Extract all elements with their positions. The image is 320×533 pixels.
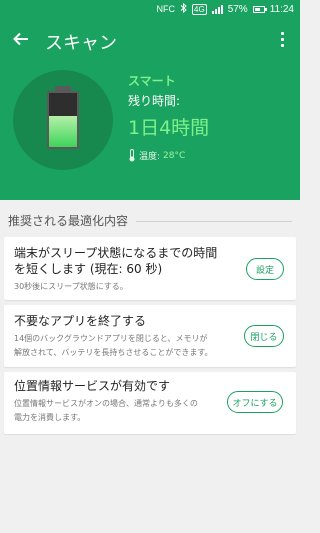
card-title-line2: を短くします (現在: 60 秒) bbox=[14, 262, 163, 276]
status-bar: NFC 4G 57% 11:24 bbox=[0, 0, 300, 18]
clock: 11:24 bbox=[269, 3, 294, 15]
more-vert-icon bbox=[280, 31, 284, 35]
card-description-line2: 電力を消費します。 bbox=[14, 413, 86, 422]
temperature-value: 28°C bbox=[163, 150, 186, 161]
battery-percent: 57% bbox=[227, 3, 248, 15]
card-location-services: 位置情報サービスが有効です 位置情報サービスがオンの場合、通常よりも多くの 電力… bbox=[4, 372, 296, 434]
back-button[interactable] bbox=[8, 26, 34, 52]
overflow-menu-button[interactable] bbox=[272, 28, 292, 50]
card-description: 14個のバックグラウンドアプリを閉じると、メモリが bbox=[14, 334, 208, 343]
nfc-icon: NFC bbox=[156, 3, 176, 14]
temperature-row: 温度: 28°C bbox=[128, 149, 209, 162]
temperature-label: 温度: bbox=[139, 152, 161, 162]
network-type-badge: 4G bbox=[192, 3, 207, 15]
page-title: スキャン bbox=[45, 33, 117, 54]
settings-button[interactable]: 設定 bbox=[246, 258, 284, 280]
battery-status-icon bbox=[252, 5, 267, 13]
thermometer-icon bbox=[129, 149, 135, 162]
card-description: 位置情報サービスがオンの場合、通常よりも多くの bbox=[14, 399, 198, 408]
card-title: 端末がスリープ状態になるまでの時間 bbox=[14, 246, 218, 260]
battery-icon bbox=[47, 91, 79, 149]
card-title: 不要なアプリを終了する bbox=[14, 314, 147, 328]
section-title: 推奨される最適化内容 bbox=[8, 214, 129, 228]
turn-off-location-button[interactable]: オフにする bbox=[227, 391, 283, 413]
close-apps-button[interactable]: 閉じる bbox=[244, 325, 284, 347]
battery-info: スマート 残り時間: 1日4時間 温度: 28°C bbox=[128, 72, 209, 162]
bluetooth-icon bbox=[180, 2, 187, 15]
section-divider bbox=[136, 221, 292, 222]
back-arrow-icon bbox=[13, 32, 28, 46]
header: NFC 4G 57% 11:24 スキャン スマート 残り時間: 1日4時間 温… bbox=[0, 0, 300, 200]
card-close-apps: 不要なアプリを終了する 14個のバックグラウンドアプリを閉じると、メモリが 解放… bbox=[4, 305, 296, 367]
card-description-line2: 解放されて、バッテリを長持ちさせることができます。 bbox=[14, 348, 213, 357]
battery-gauge bbox=[13, 70, 113, 170]
app-bar: スキャン bbox=[0, 22, 300, 56]
remaining-time-value: 1日4時間 bbox=[128, 117, 210, 139]
card-title: 位置情報サービスが有効です bbox=[14, 379, 171, 393]
battery-mode: スマート bbox=[128, 74, 176, 88]
signal-icon bbox=[211, 4, 223, 14]
card-description: 30秒後にスリープ状態にする。 bbox=[14, 282, 128, 291]
card-sleep-timeout: 端末がスリープ状態になるまでの時間 を短くします (現在: 60 秒) 30秒後… bbox=[4, 237, 296, 300]
remaining-time-label: 残り時間: bbox=[128, 94, 181, 108]
battery-level-fill bbox=[49, 116, 77, 147]
